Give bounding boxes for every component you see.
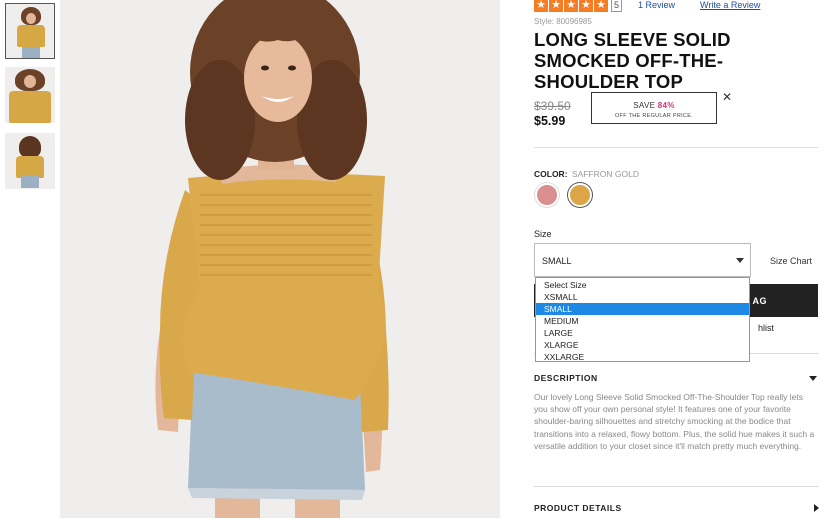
size-dropdown-list[interactable]: Select Size XSMALL SMALL MEDIUM LARGE XLARGE X… [535, 277, 750, 362]
rating-count-badge: 5 [611, 0, 623, 12]
star-icon: ★ [549, 0, 563, 12]
thumbnail-back[interactable] [5, 133, 55, 189]
thumbnail-detail[interactable] [5, 67, 55, 123]
save-subtext: OFF THE REGULAR PRICE. [614, 113, 693, 119]
divider [534, 486, 818, 487]
color-row: COLOR: SAFFRON GOLD [534, 169, 639, 179]
color-selected-name: SAFFRON GOLD [571, 169, 639, 179]
close-icon[interactable]: ✕ [722, 91, 732, 103]
color-swatch-pink[interactable] [535, 183, 559, 207]
add-to-bag-label: AG [752, 296, 767, 306]
chevron-down-icon [736, 258, 744, 263]
save-prefix: SAVE [633, 101, 656, 110]
size-option[interactable]: LARGE [536, 327, 749, 339]
product-details-heading[interactable]: PRODUCT DETAILS [534, 503, 622, 513]
size-option[interactable]: Select Size [536, 279, 749, 291]
description-text: Our lovely Long Sleeve Solid Smocked Off… [534, 392, 815, 451]
size-label: Size [534, 229, 552, 239]
color-label: COLOR: [534, 169, 568, 179]
description-heading[interactable]: DESCRIPTION [534, 373, 598, 383]
star-icon: ★ [579, 0, 593, 12]
size-option[interactable]: MEDIUM [536, 315, 749, 327]
model-illustration [60, 0, 500, 518]
write-review-link[interactable]: Write a Review [700, 0, 760, 10]
color-swatch-saffron-gold[interactable] [568, 183, 592, 207]
size-option[interactable]: XLARGE [536, 339, 749, 351]
caret-right-icon[interactable] [814, 504, 819, 512]
save-percent: 84% [657, 101, 675, 110]
rating-stars: ★ ★ ★ ★ ★ 5 [534, 0, 623, 12]
savings-popup: SAVE 84% OFF THE REGULAR PRICE. [591, 92, 717, 124]
size-option[interactable]: XSMALL [536, 291, 749, 303]
caret-down-icon[interactable] [809, 376, 817, 381]
reviews-link[interactable]: 1 Review [638, 0, 675, 10]
star-icon: ★ [534, 0, 548, 12]
original-price: $39.50 [534, 99, 571, 113]
style-number: Style: 80096985 [534, 17, 592, 26]
star-icon: ★ [594, 0, 608, 12]
product-main-image[interactable] [60, 0, 500, 518]
size-option[interactable]: XXLARGE [536, 351, 749, 363]
size-chart-link[interactable]: Size Chart [770, 256, 812, 266]
product-title: LONG SLEEVE SOLID SMOCKED OFF-THE-SHOULD… [534, 29, 731, 92]
thumbnail-front[interactable] [5, 3, 55, 59]
size-selected-value: SMALL [542, 256, 572, 266]
sale-price: $5.99 [534, 114, 566, 128]
size-option[interactable]: SMALL [536, 303, 749, 315]
star-icon: ★ [564, 0, 578, 12]
divider [534, 147, 818, 148]
size-select[interactable]: SMALL [534, 243, 751, 277]
